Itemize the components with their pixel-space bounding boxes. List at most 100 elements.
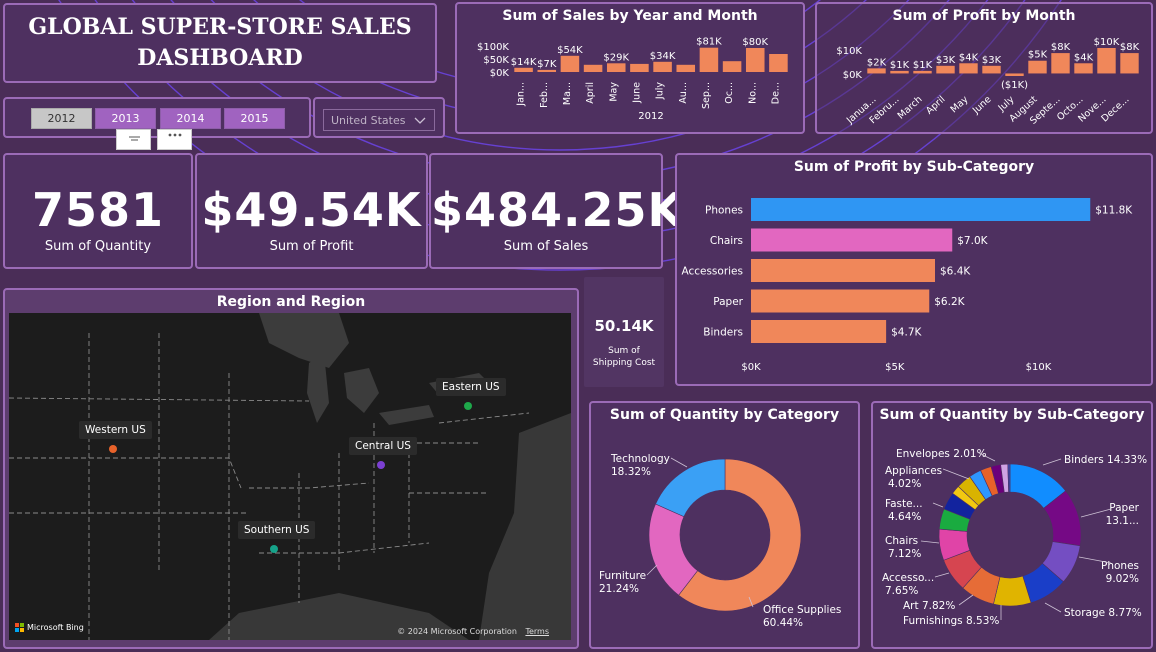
profit-by-month-chart: $10K$0K$2KJanua...$1KFebru...$1KMarch$3K… <box>836 37 1140 127</box>
sales-month-bar-4 <box>606 63 626 72</box>
country-dropdown[interactable]: United States <box>323 109 435 131</box>
profit-subcat-category-3: Paper <box>713 296 743 308</box>
sales-month-data-label-10: $80K <box>742 37 768 48</box>
qty-subcat-leader-chairs <box>920 540 940 544</box>
kpi-profit-label: Sum of Profit <box>269 239 354 254</box>
qty-subcat-data-label-6: 7.65% <box>885 585 918 597</box>
sales-month-bar-1 <box>537 69 557 72</box>
profit-month-ytick-0: $10K <box>836 46 862 57</box>
kpi-profit-value: $49.54K <box>201 183 422 237</box>
map-marker-eastern-us[interactable] <box>464 402 472 410</box>
profit-month-bar-1 <box>890 70 909 74</box>
sales-month-data-label-1: $7K <box>537 59 557 70</box>
kpi-shipping-value: 50.14K <box>594 317 654 335</box>
profit-month-bar-10 <box>1097 48 1116 74</box>
year-button-2013[interactable]: 2013 <box>95 108 156 129</box>
profit-month-data-label-11: $8K <box>1120 42 1140 53</box>
kpi-shipping-label-line1: Sum of <box>608 346 640 356</box>
qty-subcat-data-label-9: 4.02% <box>888 478 921 490</box>
qty-subcat-label-10: Envelopes 2.01% <box>896 448 987 460</box>
map-label-central-us: Central US <box>349 437 417 455</box>
qty-subcat-label-4: Furnishings 8.53% <box>903 615 999 627</box>
kpi-sales-label: Sum of Sales <box>503 239 589 254</box>
sales-month-category-5: June <box>631 82 642 104</box>
profit-month-data-label-0: $2K <box>867 57 887 68</box>
map-terms-link[interactable]: Terms <box>525 627 549 636</box>
qty-cat-leader-2 <box>670 457 688 468</box>
slicer-more-options-button[interactable] <box>157 129 192 150</box>
kpi-shipping-label: Sum of Shipping Cost <box>584 345 664 369</box>
bing-logo-text: Microsoft Bing <box>27 623 84 632</box>
qty-subcat-label-name-7: Chairs <box>885 535 918 547</box>
qty-cat-slice-2 <box>655 458 726 518</box>
profit-subcat-data-label-4: $4.7K <box>891 327 922 339</box>
bing-logo: Microsoft Bing <box>15 623 84 632</box>
map-marker-southern-us[interactable] <box>270 545 278 553</box>
profit-subcat-xtick-0: $0K <box>741 362 761 373</box>
sales-month-category-10: No... <box>747 82 758 104</box>
year-button-2014[interactable]: 2014 <box>160 108 221 129</box>
profit-month-bar-3 <box>936 65 955 74</box>
sales-month-bar-2 <box>560 55 580 72</box>
profit-subcat-xtick-2: $10K <box>1026 362 1052 373</box>
slicer-filter-button[interactable] <box>116 129 151 150</box>
profit-month-bar-8 <box>1051 53 1070 74</box>
profit-month-data-label-7: $5K <box>1028 50 1048 61</box>
profit-by-month-card: Sum of Profit by Month $10K $0K $2K Janua..… <box>815 2 1153 134</box>
kpi-quantity-value: 7581 <box>31 183 165 237</box>
profit-subcat-bar-1 <box>751 228 953 252</box>
microsoft-logo-icon <box>15 623 24 632</box>
profit-month-bar-9 <box>1074 63 1093 74</box>
qty-subcat-leader-binders <box>1042 458 1062 466</box>
quantity-by-category-chart: Office Supplies60.44% Furniture21.24% Tech… <box>599 453 841 629</box>
sales-month-bar-11 <box>769 54 788 72</box>
profit-month-data-label-9: $4K <box>1074 52 1094 63</box>
map-label-western-us: Western US <box>79 421 152 439</box>
profit-month-category-5: June <box>970 94 994 117</box>
profit-subcat-bar-4 <box>751 320 887 343</box>
sales-month-bar-3 <box>583 64 603 72</box>
profit-month-category-4: May <box>949 94 971 116</box>
dashboard-title: GLOBAL SUPER-STORE SALES DASHBOARD <box>3 3 437 83</box>
sales-month-xlabel: 2012 <box>638 111 663 122</box>
profit-month-data-label-2: $1K <box>913 60 933 71</box>
qty-subcat-leader-appliances <box>942 468 970 480</box>
year-button-2015[interactable]: 2015 <box>224 108 285 129</box>
map-background <box>9 313 571 640</box>
qty-subcat-leader-storage <box>1044 602 1062 613</box>
profit-subcat-data-label-1: $7.0K <box>957 235 988 247</box>
map-label-eastern-us: Eastern US <box>436 378 506 396</box>
qty-subcat-data-label-2: 9.02% <box>1106 573 1139 585</box>
profit-month-bar-0 <box>867 68 886 74</box>
map-label-southern-us: Southern US <box>238 521 316 539</box>
qty-cat-label-name-2: Technology <box>610 453 670 465</box>
region-map-title: Region and Region <box>216 294 366 310</box>
kpi-shipping-card: 50.14K Sum of Shipping Cost <box>584 277 664 387</box>
sales-month-category-8: Sep... <box>701 82 712 109</box>
profit-subcat-bar-2 <box>751 259 935 282</box>
qty-cat-label-name-1: Furniture <box>599 570 646 582</box>
sales-month-bar-10 <box>745 48 765 72</box>
profit-subcat-bar-3 <box>751 289 930 313</box>
profit-month-data-label-5: $3K <box>982 55 1002 66</box>
profit-subcat-xtick-1: $5K <box>885 362 905 373</box>
year-button-2012[interactable]: 2012 <box>31 108 92 129</box>
profit-month-data-label-1: $1K <box>890 60 910 71</box>
profit-subcat-data-label-0: $11.8K <box>1095 205 1133 217</box>
sales-month-data-label-0: $14K <box>511 57 537 68</box>
sales-month-category-2: Ma... <box>562 82 573 105</box>
qty-cat-data-label-0: 60.44% <box>763 617 803 629</box>
qty-subcat-label-name-8: Faste... <box>885 498 923 510</box>
map-marker-central-us[interactable] <box>377 461 385 469</box>
profit-subcat-category-2: Accessories <box>681 266 743 278</box>
region-map[interactable]: Western US Eastern US Central US Souther… <box>9 313 571 640</box>
kpi-profit-card: $49.54K Sum of Profit <box>195 153 428 269</box>
sales-month-bar-5 <box>630 63 649 72</box>
sales-month-bar-6 <box>653 61 672 72</box>
profit-month-data-label-8: $8K <box>1051 42 1071 53</box>
profit-by-subcategory-chart: Phones $11.8K Chairs $7.0K Accessories $6.4K P… <box>681 198 1133 373</box>
sales-month-category-0: Jan... <box>516 82 527 107</box>
qty-subcat-data-label-8: 4.64% <box>888 511 921 523</box>
map-marker-western-us[interactable] <box>109 445 117 453</box>
kpi-shipping-label-line2: Shipping Cost <box>592 358 656 368</box>
